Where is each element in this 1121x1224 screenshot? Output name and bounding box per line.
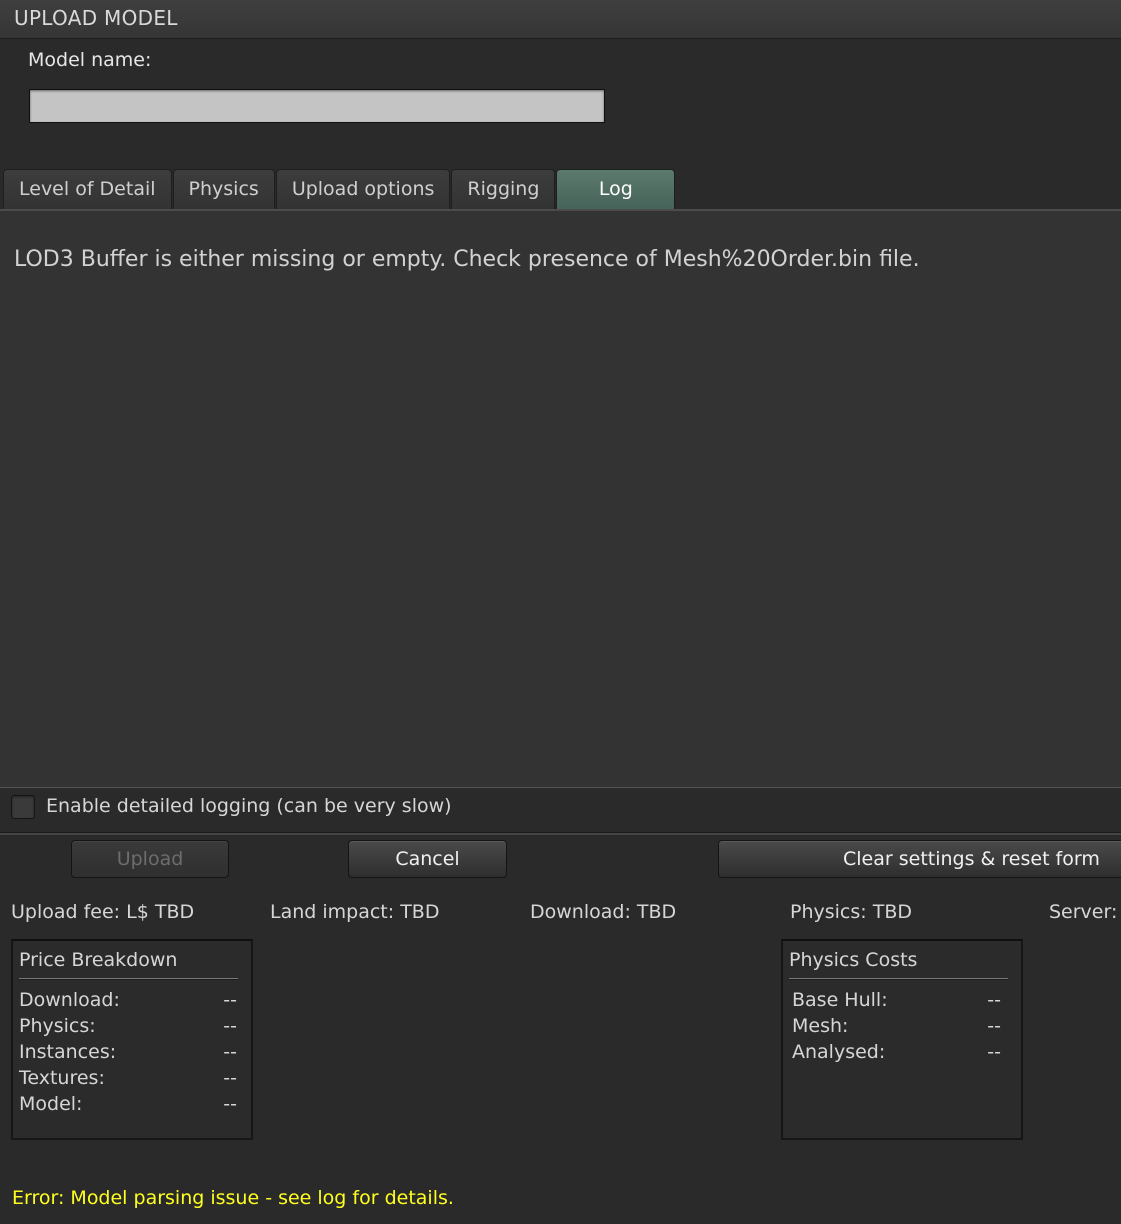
cancel-button[interactable]: Cancel	[348, 840, 507, 878]
log-message: LOD3 Buffer is either missing or empty. …	[14, 247, 920, 272]
detailed-logging-label[interactable]: Enable detailed logging (can be very slo…	[46, 795, 452, 817]
tab-level-of-detail[interactable]: Level of Detail	[3, 169, 172, 209]
price-row-textures: Textures: --	[19, 1067, 237, 1093]
price-breakdown-rule	[19, 978, 238, 980]
title-bar[interactable]: UPLOAD MODEL	[0, 0, 1121, 39]
download-cost: Download: TBD	[530, 901, 677, 923]
physics-value: --	[987, 1041, 1001, 1063]
physics-costs-rule	[789, 978, 1008, 980]
price-row-model: Model: --	[19, 1093, 237, 1119]
log-panel[interactable]: LOD3 Buffer is either missing or empty. …	[0, 209, 1121, 788]
physics-row-analysed: Analysed: --	[792, 1041, 1001, 1067]
divider	[0, 832, 1121, 835]
server-cost: Server:	[1049, 901, 1118, 923]
physics-value: --	[987, 1015, 1001, 1037]
price-label: Physics:	[19, 1015, 96, 1037]
physics-value: --	[987, 989, 1001, 1011]
physics-label: Mesh:	[792, 1015, 849, 1037]
physics-row-base-hull: Base Hull: --	[792, 989, 1001, 1015]
error-status: Error: Model parsing issue - see log for…	[12, 1187, 454, 1209]
tab-upload-options[interactable]: Upload options	[275, 169, 451, 209]
price-breakdown-title: Price Breakdown	[19, 949, 178, 971]
price-value: --	[223, 1041, 237, 1063]
tab-log[interactable]: Log	[556, 169, 676, 209]
physics-row-mesh: Mesh: --	[792, 1015, 1001, 1041]
price-label: Download:	[19, 989, 120, 1011]
clear-settings-button[interactable]: Clear settings & reset form	[718, 840, 1121, 878]
price-label: Textures:	[19, 1067, 105, 1089]
land-impact: Land impact: TBD	[270, 901, 440, 923]
price-breakdown-panel: Price Breakdown Download: -- Physics: --…	[11, 939, 253, 1140]
detailed-logging-checkbox[interactable]	[11, 795, 35, 819]
price-label: Instances:	[19, 1041, 117, 1063]
model-name-label: Model name:	[28, 49, 152, 71]
price-row-instances: Instances: --	[19, 1041, 237, 1067]
price-value: --	[223, 1015, 237, 1037]
price-value: --	[223, 989, 237, 1011]
physics-costs-title: Physics Costs	[789, 949, 918, 971]
price-row-download: Download: --	[19, 989, 237, 1015]
model-name-input[interactable]	[29, 89, 605, 123]
tab-bar: Level of Detail Physics Upload options R…	[3, 169, 676, 210]
physics-costs-panel: Physics Costs Base Hull: -- Mesh: -- Ana…	[781, 939, 1023, 1140]
price-value: --	[223, 1067, 237, 1089]
price-value: --	[223, 1093, 237, 1115]
window-title: UPLOAD MODEL	[14, 6, 178, 30]
physics-cost: Physics: TBD	[790, 901, 912, 923]
upload-fee: Upload fee: L$ TBD	[11, 901, 195, 923]
upload-button[interactable]: Upload	[71, 840, 229, 878]
price-row-physics: Physics: --	[19, 1015, 237, 1041]
tab-rigging[interactable]: Rigging	[451, 169, 556, 209]
physics-label: Base Hull:	[792, 989, 888, 1011]
physics-label: Analysed:	[792, 1041, 886, 1063]
tab-physics[interactable]: Physics	[172, 169, 275, 209]
price-label: Model:	[19, 1093, 83, 1115]
